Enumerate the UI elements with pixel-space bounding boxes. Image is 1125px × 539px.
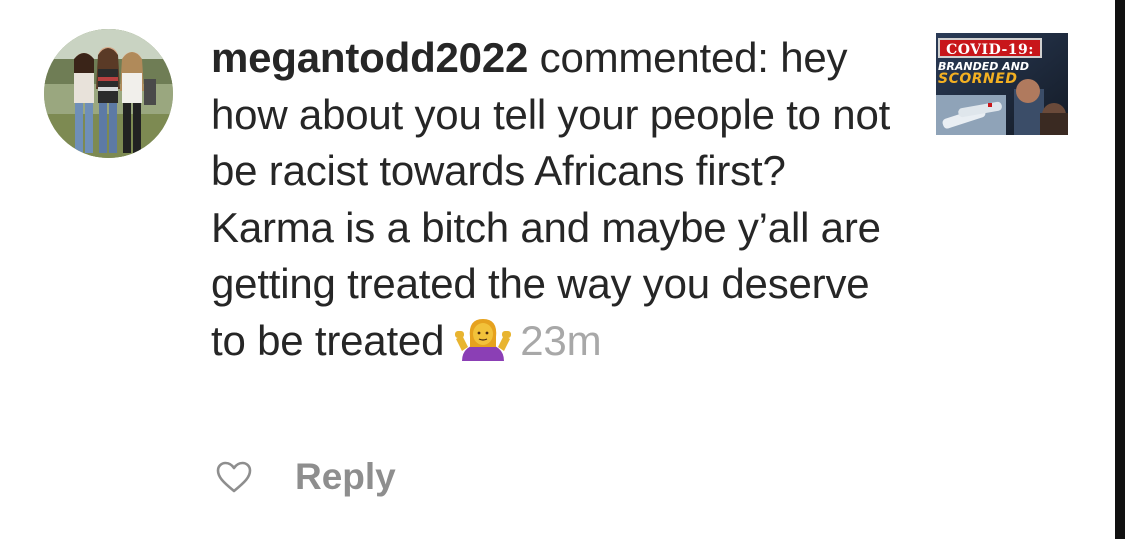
comment-body: hey how about you tell your people to no… [211,34,891,364]
comment-timestamp: 23m [520,316,602,364]
person-shrugging-emoji-icon [454,317,512,361]
comment-action-text: commented: [528,34,781,81]
screen-edge [1115,0,1125,539]
comment-text: megantodd2022 commented: hey how about y… [211,30,911,370]
thumbnail-title: COVID-19: [938,38,1042,58]
reply-button[interactable]: Reply [295,456,396,498]
heart-icon[interactable] [215,460,253,494]
comment-username[interactable]: megantodd2022 [211,34,528,81]
avatar[interactable] [44,29,173,158]
post-thumbnail[interactable]: COVID-19: BRANDED AND SCORNED [936,33,1068,135]
thumbnail-subtitle-line2: SCORNED [938,71,1018,87]
comment-actions: Reply [215,452,396,502]
